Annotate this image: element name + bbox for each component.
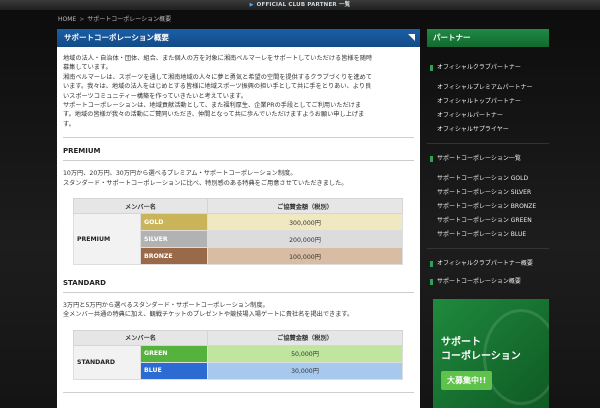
premium-desc-line: 10万円、20万円、30万円から選べるプレミアム・サポートコーポレーション制度。 <box>63 170 297 178</box>
breadcrumb: HOME > サポートコーポレーション概要 <box>58 14 171 23</box>
row-label-premium: PREMIUM <box>73 213 141 266</box>
column-header-member: メンバー名 <box>73 329 208 346</box>
table-header-row: メンバー名 ご協賛金額（税別） <box>73 198 403 215</box>
breadcrumb-current: サポートコーポレーション概要 <box>87 16 172 23</box>
banner-line2: コーポレーション <box>441 351 521 362</box>
tier-amount-bronze: 100,000円 <box>207 247 403 266</box>
sidebar-item-gold[interactable]: サポートコーポレーション GOLD <box>427 172 549 186</box>
breadcrumb-separator: > <box>79 16 85 23</box>
intro-line: います。我々は、地域の法人をはじめとする皆様に地域スポーツ振興の担い手として共に… <box>63 83 372 91</box>
sidebar-item-supplier[interactable]: オフィシャルサプライヤー <box>427 123 549 137</box>
divider <box>427 248 549 249</box>
intro-text: 地域の法人・自治体・団体、組合、また個人の方を対象に湘南ベルマーレをサポートして… <box>57 54 420 129</box>
support-corporation-banner[interactable]: サポート コーポレーション 大募集中!! <box>433 299 549 408</box>
banner-cta: 大募集中!! <box>441 371 493 390</box>
intro-line: 湘南ベルマーレは、スポーツを通して湘南地域の人々に夢と勇気と希望の空間を提供する… <box>63 73 373 81</box>
intro-line: す。 <box>63 120 75 128</box>
tier-name-silver: SILVER <box>140 230 208 249</box>
tier-name-blue: BLUE <box>140 361 208 380</box>
top-banner[interactable]: ▶ OFFICIAL CLUB PARTNER 一覧 <box>0 0 600 10</box>
column-header-amount: ご協賛金額（税別） <box>207 198 403 215</box>
sidebar-item-official-partner[interactable]: オフィシャルパートナー <box>427 109 549 123</box>
banner-line1: サポート <box>441 337 481 348</box>
sidebar-header: パートナー <box>427 29 549 47</box>
top-banner-label: OFFICIAL CLUB PARTNER 一覧 <box>256 2 351 8</box>
corner-triangle-icon <box>408 34 415 41</box>
column-header-member: メンバー名 <box>73 198 208 215</box>
tier-name-bronze: BRONZE <box>140 247 208 266</box>
premium-section-title: PREMIUM <box>63 147 414 162</box>
intro-line: サポートコーポレーションは、地域貢献活動として、また福利厚生、企業PRの手段とし… <box>63 102 362 110</box>
sidebar-item-official-club-partner[interactable]: オフィシャルクラブパートナー <box>427 61 549 75</box>
sidebar-item-club-partner-overview[interactable]: オフィシャルクラブパートナー概要 <box>427 257 549 271</box>
tier-amount-green: 50,000円 <box>207 344 403 363</box>
intro-line: 地域の法人・自治体・団体、組合、また個人の方を対象に湘南ベルマーレをサポートして… <box>63 55 373 62</box>
sidebar-item-premium-partner[interactable]: オフィシャルプレミアムパートナー <box>427 81 549 95</box>
tier-amount-blue: 30,000円 <box>207 361 403 380</box>
intro-line: す。地域の皆様が我々の活動にご賛同いただき、仲間となって共に歩んでいただけますよ… <box>63 111 365 119</box>
premium-desc-line: スタンダード・サポートコーポレーションに比べ、特別感のある特典をご用意させていた… <box>63 179 348 187</box>
standard-desc-line: 3万円と5万円から選べるスタンダード・サポートコーポレーション制度。 <box>63 302 269 310</box>
page-title-text: サポートコーポレーション概要 <box>64 33 169 42</box>
sidebar-item-top-partner[interactable]: オフィシャルトップパートナー <box>427 95 549 109</box>
sidebar-item-green[interactable]: サポートコーポレーション GREEN <box>427 214 549 228</box>
table-header-row: メンバー名 ご協賛金額（税別） <box>73 329 403 346</box>
breadcrumb-home[interactable]: HOME <box>58 16 76 23</box>
table-row: PREMIUM GOLD 300,000円 <box>73 213 403 266</box>
tier-amount-gold: 300,000円 <box>207 213 403 232</box>
main-content: サポートコーポレーション概要 地域の法人・自治体・団体、組合、また個人の方を対象… <box>57 29 420 408</box>
tier-name-green: GREEN <box>140 344 208 363</box>
intro-line: 募集しています。 <box>63 64 112 72</box>
premium-table: メンバー名 ご協賛金額（税別） PREMIUM GOLD 300,000円 SI… <box>73 198 403 266</box>
column-header-amount: ご協賛金額（税別） <box>207 329 403 346</box>
divider <box>427 143 549 144</box>
sidebar-item-bronze[interactable]: サポートコーポレーション BRONZE <box>427 200 549 214</box>
triangle-icon: ▶ <box>249 2 254 8</box>
standard-desc-line: 全メンバー共通の特典に加え、観戦チケットのプレゼントや競技場入場ゲートに貴社名を… <box>63 311 354 319</box>
table-row: STANDARD GREEN 50,000円 <box>73 344 403 380</box>
sidebar: パートナー オフィシャルクラブパートナー オフィシャルプレミアムパートナー オフ… <box>427 29 549 408</box>
standard-section-title: STANDARD <box>63 279 414 294</box>
sidebar-group-overview: オフィシャルクラブパートナー概要 サポートコーポレーション概要 <box>427 257 549 289</box>
sidebar-group-support-corporation: サポートコーポレーション一覧 サポートコーポレーション GOLD サポートコーポ… <box>427 152 549 242</box>
tier-name-gold: GOLD <box>140 213 208 232</box>
page-title: サポートコーポレーション概要 <box>57 29 420 47</box>
sidebar-item-support-overview[interactable]: サポートコーポレーション概要 <box>427 275 549 289</box>
tier-amount-silver: 200,000円 <box>207 230 403 249</box>
divider <box>63 391 414 393</box>
sidebar-group-club-partner: オフィシャルクラブパートナー オフィシャルプレミアムパートナー オフィシャルトッ… <box>427 61 549 137</box>
sidebar-item-blue[interactable]: サポートコーポレーション BLUE <box>427 228 549 242</box>
intro-line: いスポーツコミュニティー構築を作っていきたいと考えています。 <box>63 92 247 100</box>
sidebar-item-support-list[interactable]: サポートコーポレーション一覧 <box>427 152 549 166</box>
sidebar-item-silver[interactable]: サポートコーポレーション SILVER <box>427 186 549 200</box>
row-label-standard: STANDARD <box>73 344 141 380</box>
standard-table: メンバー名 ご協賛金額（税別） STANDARD GREEN 50,000円 B… <box>73 329 403 380</box>
